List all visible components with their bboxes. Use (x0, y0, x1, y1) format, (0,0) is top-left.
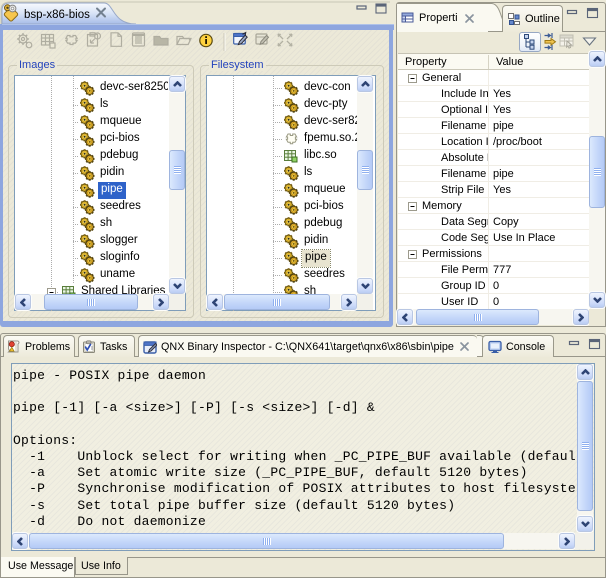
svg-text:bsp-x86-bios: bsp-x86-bios (24, 9, 90, 21)
